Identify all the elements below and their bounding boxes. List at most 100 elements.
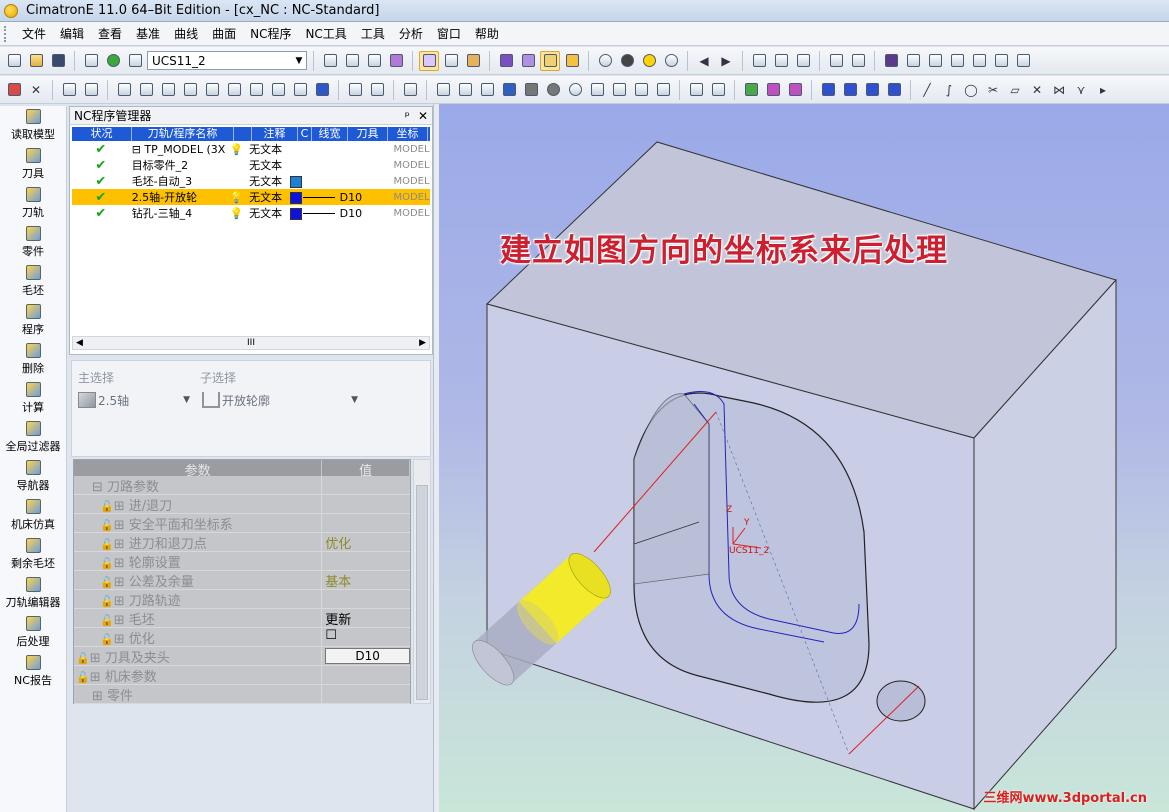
- param-row[interactable]: 🔓⊞ 进/退刀: [74, 495, 410, 514]
- expand-icon[interactable]: ⊟: [92, 480, 103, 494]
- menu-nc-tools[interactable]: NC工具: [298, 22, 353, 46]
- cube-front-icon[interactable]: [903, 51, 923, 71]
- axis2-icon[interactable]: [840, 80, 860, 100]
- filter-swap-icon[interactable]: [312, 80, 332, 100]
- col-color[interactable]: C: [298, 127, 312, 141]
- expand-icon[interactable]: ⊞: [114, 632, 125, 646]
- circle-icon[interactable]: [543, 80, 563, 100]
- measure-icon[interactable]: [771, 51, 791, 71]
- nc-program-row[interactable]: ✔ 目标零件_2 无文本 MODEL: [72, 157, 430, 173]
- sim-icon[interactable]: [455, 80, 475, 100]
- expand-icon[interactable]: ⊞: [90, 651, 101, 665]
- param-row[interactable]: 🔓⊞ 轮廓设置: [74, 552, 410, 571]
- param-row[interactable]: 🔓⊞ 进刀和退刀点 优化: [74, 533, 410, 552]
- menu-analysis[interactable]: 分析: [392, 22, 430, 46]
- cube-bottom-icon[interactable]: [1013, 51, 1033, 71]
- funnel-plus-icon[interactable]: [367, 80, 387, 100]
- expand-icon[interactable]: ⊞: [114, 537, 125, 551]
- sub-select-dropdown[interactable]: 开放轮廓 ▼: [202, 389, 358, 411]
- expand-icon[interactable]: ⊞: [114, 594, 125, 608]
- sidebar-item-load-model[interactable]: 读取模型: [0, 106, 66, 145]
- param-value[interactable]: 更新: [325, 613, 351, 628]
- main-select-dropdown[interactable]: 2.5轴 ▼: [78, 389, 190, 411]
- col-coord[interactable]: 坐标: [388, 127, 428, 141]
- sidebar-item-toolpath-editor[interactable]: 刀轨编辑器: [0, 574, 66, 613]
- view-box-icon[interactable]: [441, 51, 461, 71]
- box-icon[interactable]: [609, 80, 629, 100]
- shade-edges-icon[interactable]: [562, 51, 582, 71]
- light-settings-icon[interactable]: [661, 51, 681, 71]
- view-render-icon[interactable]: [463, 51, 483, 71]
- nc-program-row[interactable]: ✔ ⊟ TP_MODEL (3X 💡 无文本 MODEL: [72, 141, 430, 157]
- view-iso-icon[interactable]: [419, 50, 439, 71]
- node-icon[interactable]: [631, 80, 651, 100]
- open-file-icon[interactable]: [26, 51, 46, 71]
- param-row[interactable]: 🔓⊞ 优化 ☐: [74, 628, 410, 647]
- color-swatch[interactable]: [289, 175, 302, 188]
- filter-datum-icon[interactable]: [268, 80, 288, 100]
- sidebar-item-toolpath[interactable]: 刀轨: [0, 184, 66, 223]
- gray-circle-icon[interactable]: [565, 80, 585, 100]
- menu-tools[interactable]: 工具: [354, 22, 392, 46]
- expand-icon[interactable]: ⊞: [92, 689, 103, 703]
- zoom-icon[interactable]: [364, 51, 384, 71]
- forward-arrow-icon[interactable]: ▶: [716, 51, 736, 71]
- list-icon[interactable]: [477, 80, 497, 100]
- face-edge-icon[interactable]: [785, 80, 805, 100]
- menu-surface[interactable]: 曲面: [205, 22, 243, 46]
- lock-icon[interactable]: 🔓: [100, 595, 114, 608]
- cube-right-icon[interactable]: [947, 51, 967, 71]
- lock-icon[interactable]: 🔓: [100, 576, 114, 589]
- pan-icon[interactable]: [386, 51, 406, 71]
- back-arrow-icon[interactable]: ◀: [694, 51, 714, 71]
- sidebar-item-global-filter[interactable]: 全局过滤器: [0, 418, 66, 457]
- expand-icon[interactable]: ⊞: [90, 670, 101, 684]
- menu-window[interactable]: 窗口: [430, 22, 468, 46]
- divide-icon[interactable]: ⋎: [1071, 80, 1091, 100]
- menu-nc-program[interactable]: NC程序: [243, 22, 298, 46]
- scroll-right-icon[interactable]: ▶: [419, 338, 426, 348]
- wireframe-icon[interactable]: [518, 51, 538, 71]
- menu-edit[interactable]: 编辑: [53, 22, 91, 46]
- filter-curves-icon[interactable]: [158, 80, 178, 100]
- col-comment[interactable]: 注释: [252, 127, 298, 141]
- filter-sketch-icon[interactable]: [246, 80, 266, 100]
- col-tool[interactable]: 刀具: [348, 127, 388, 141]
- save-icon[interactable]: [48, 51, 68, 71]
- layer-icon[interactable]: [793, 51, 813, 71]
- param-value[interactable]: 基本: [325, 575, 351, 590]
- funnel-icon[interactable]: [345, 80, 365, 100]
- select-icon[interactable]: [4, 80, 24, 100]
- light-bulb-icon[interactable]: [617, 51, 637, 71]
- structure-icon[interactable]: [848, 51, 868, 71]
- visibility-bulb-icon[interactable]: 💡: [228, 143, 245, 156]
- filter-points-icon[interactable]: [136, 80, 156, 100]
- filter-all-icon[interactable]: [114, 80, 134, 100]
- lock-icon[interactable]: 🔓: [100, 633, 114, 646]
- cube-shaded-icon[interactable]: [881, 51, 901, 71]
- param-row[interactable]: 🔓⊞ 公差及余量 基本: [74, 571, 410, 590]
- funnel-clear-icon[interactable]: [400, 80, 420, 100]
- line-icon[interactable]: ╱: [917, 80, 937, 100]
- face-icon[interactable]: [763, 80, 783, 100]
- zoom-fit-icon[interactable]: [320, 51, 340, 71]
- param-row[interactable]: 🔓⊞ 毛坯 更新: [74, 609, 410, 628]
- offset-icon[interactable]: ▱: [1005, 80, 1025, 100]
- axis-icon[interactable]: [818, 80, 838, 100]
- cube-back-icon[interactable]: [991, 51, 1011, 71]
- sidebar-item-machine-sim[interactable]: 机床仿真: [0, 496, 66, 535]
- break-icon[interactable]: ⋈: [1049, 80, 1069, 100]
- color-swatch[interactable]: [289, 207, 302, 220]
- menu-help[interactable]: 帮助: [468, 22, 506, 46]
- cube-top-icon[interactable]: [925, 51, 945, 71]
- table-icon[interactable]: [499, 80, 519, 100]
- sidebar-item-navigator[interactable]: 导航器: [0, 457, 66, 496]
- param-value[interactable]: 优化: [325, 537, 351, 552]
- visibility-bulb-icon[interactable]: 💡: [228, 191, 245, 204]
- pick-icon[interactable]: [59, 80, 79, 100]
- axis3-icon[interactable]: [862, 80, 882, 100]
- menu-view[interactable]: 查看: [91, 22, 129, 46]
- sidebar-item-stock[interactable]: 毛坯: [0, 262, 66, 301]
- expand-icon[interactable]: ⊟: [132, 143, 141, 156]
- more-icon[interactable]: ▸: [1093, 80, 1113, 100]
